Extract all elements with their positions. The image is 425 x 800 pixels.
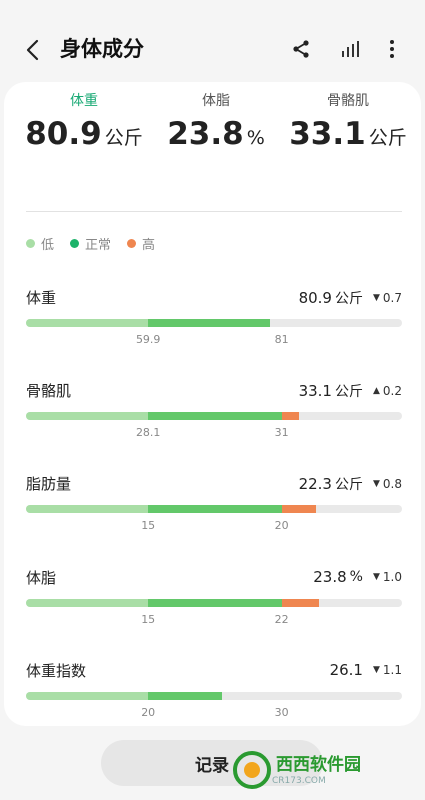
metric-delta: 0.7 [382, 291, 402, 305]
triangle-down-icon: ▼ [372, 665, 380, 675]
bar-segment-norm [148, 599, 282, 607]
back-button[interactable] [22, 36, 42, 64]
bar-segment-norm [148, 319, 271, 327]
metric-range-bar [26, 599, 402, 607]
legend-low: 低 [26, 234, 54, 253]
share-icon [293, 40, 309, 58]
metric-value-group: 80.9 公斤 ▼ 0.7 [299, 288, 402, 308]
metric-range-bar [26, 505, 402, 513]
metric-threshold-label: 59.9 [135, 333, 161, 346]
top-app-bar: 身体成分 [0, 0, 425, 90]
bar-segment-low [26, 599, 149, 607]
more-vertical-icon [390, 40, 394, 58]
metric-unit: % [349, 569, 363, 585]
legend-normal-dot-icon [70, 239, 80, 248]
summary-label: 体重 [70, 93, 98, 109]
divider [26, 211, 402, 212]
legend-high-dot-icon [127, 239, 137, 248]
bar-segment-high [281, 599, 320, 607]
bar-segment-high [281, 412, 299, 420]
more-options-button[interactable] [380, 37, 404, 61]
metric-name: 骨骼肌 [26, 382, 72, 400]
metric-threshold-label: 31 [274, 426, 289, 439]
watermark-sub: CR173.COM [272, 775, 326, 786]
metric-name: 体重指数 [26, 662, 87, 680]
triangle-down-icon: ▼ [372, 293, 380, 303]
triangle-up-icon: ▲ [372, 386, 380, 396]
metric-value-group: 23.8% ▼ 1.0 [313, 568, 402, 586]
bar-segment-norm [148, 412, 282, 420]
bar-segment-norm [148, 692, 222, 700]
metric-value: 22.3 [298, 475, 332, 493]
trends-button[interactable] [338, 37, 362, 61]
summary-value: 80.9 [25, 116, 102, 152]
summary-label: 体脂 [202, 93, 230, 109]
bar-segment-low [26, 412, 149, 420]
legend: 低 正常 高 [26, 234, 171, 253]
summary-skeletal-muscle[interactable]: 骨骼肌 33.1 公斤 [278, 90, 418, 152]
metric-unit: 公斤 [334, 477, 363, 493]
metric-range-bar [26, 412, 402, 420]
metric-value: 23.8 [313, 568, 347, 586]
bar-segment-norm [148, 505, 282, 513]
bar-chart-icon [342, 41, 359, 57]
summary-value: 23.8 [167, 116, 244, 152]
metric-name: 体脂 [26, 569, 57, 587]
metric-row[interactable]: 体重指数 26.1 ▼ 1.1 20 30 [26, 660, 402, 730]
summary-unit: % [246, 127, 265, 149]
bar-segment-low [26, 319, 149, 327]
metric-value-group: 33.1 公斤 ▲ 0.2 [299, 381, 402, 401]
metric-threshold-label: 81 [274, 333, 289, 346]
metric-threshold-label: 20 [274, 519, 289, 532]
metric-row[interactable]: 体重 80.9 公斤 ▼ 0.7 59.9 81 [26, 287, 402, 357]
back-arrow-icon [26, 39, 39, 61]
share-button[interactable] [289, 37, 313, 61]
metric-row[interactable]: 体脂 23.8% ▼ 1.0 15 22 [26, 567, 402, 637]
metric-threshold-label: 30 [274, 706, 289, 719]
summary-unit: 公斤 [368, 127, 407, 149]
watermark-text: 西西软件园 [276, 754, 361, 775]
metric-value: 80.9 [298, 289, 332, 307]
metric-name: 体重 [26, 289, 57, 307]
legend-high: 高 [127, 234, 155, 253]
metric-range-bar [26, 319, 402, 327]
record-button-label: 记录 [195, 755, 229, 776]
bar-segment-low [26, 505, 149, 513]
watermark-icon [233, 751, 271, 789]
metric-delta: 0.2 [382, 384, 402, 398]
page-title: 身体成分 [60, 37, 144, 61]
bar-segment-high [281, 505, 316, 513]
metric-row[interactable]: 脂肪量 22.3 公斤 ▼ 0.8 15 20 [26, 473, 402, 543]
summary-value: 33.1 [289, 116, 366, 152]
summary-weight[interactable]: 体重 80.9 公斤 [14, 90, 154, 152]
metric-delta: 0.8 [382, 477, 402, 491]
metric-threshold-label: 22 [274, 613, 289, 626]
metric-unit: 公斤 [334, 384, 363, 400]
metric-delta: 1.1 [382, 663, 402, 677]
metric-delta: 1.0 [382, 570, 402, 584]
body-composition-card: 体重 80.9 公斤 体脂 23.8% 骨骼肌 33.1 公斤 低 正常 高 体重 8… [4, 82, 421, 726]
metric-value-group: 22.3 公斤 ▼ 0.8 [299, 474, 402, 494]
metric-threshold-label: 28.1 [135, 426, 161, 439]
metric-threshold-label: 15 [141, 613, 156, 626]
triangle-down-icon: ▼ [372, 572, 380, 582]
watermark-logo: 西西软件园 CR173.COM [232, 746, 406, 794]
bar-segment-low [26, 692, 149, 700]
metric-value-group: 26.1 ▼ 1.1 [330, 661, 402, 679]
summary-unit: 公斤 [104, 127, 143, 149]
metric-unit: 公斤 [334, 291, 363, 307]
legend-low-dot-icon [26, 239, 35, 248]
summary-body-fat[interactable]: 体脂 23.8% [146, 90, 286, 152]
triangle-down-icon: ▼ [372, 479, 380, 489]
summary-row: 体重 80.9 公斤 体脂 23.8% 骨骼肌 33.1 公斤 [4, 82, 421, 202]
metric-value: 26.1 [329, 661, 363, 679]
summary-label: 骨骼肌 [327, 93, 369, 109]
metric-range-bar [26, 692, 402, 700]
metric-value: 33.1 [298, 382, 332, 400]
metric-threshold-label: 20 [141, 706, 156, 719]
metric-name: 脂肪量 [26, 475, 72, 493]
metric-threshold-label: 15 [141, 519, 156, 532]
legend-normal: 正常 [70, 234, 111, 253]
metric-row[interactable]: 骨骼肌 33.1 公斤 ▲ 0.2 28.1 31 [26, 380, 402, 450]
